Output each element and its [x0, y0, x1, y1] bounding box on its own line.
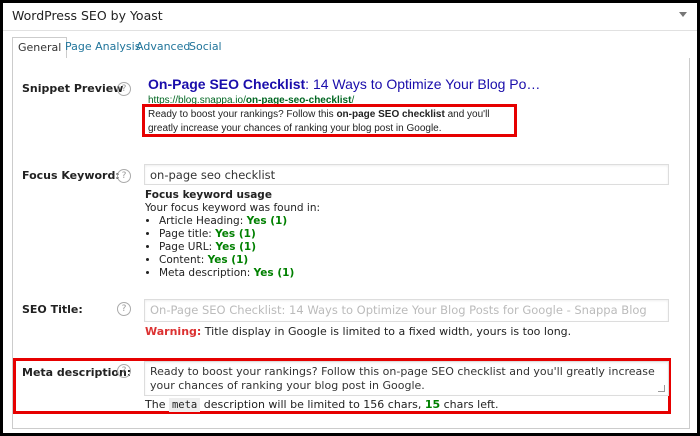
usage-value: Yes (1) — [246, 215, 288, 227]
collapse-toggle-icon[interactable] — [679, 12, 687, 17]
usage-label: Page URL: — [159, 241, 216, 253]
keyword-usage-intro: Your focus keyword was found in: — [145, 202, 321, 214]
snippet-title: On-Page SEO Checklist: 14 Ways to Optimi… — [148, 76, 540, 92]
usage-label: Content: — [159, 254, 208, 266]
meta-length-note: The meta description will be limited to … — [145, 398, 499, 412]
meta-description-value: Ready to boost your rankings? Follow thi… — [150, 365, 655, 392]
list-item: Meta description: Yes (1) — [159, 267, 320, 280]
chars-left-count: 15 — [424, 398, 441, 411]
snippet-title-keyword: On-Page SEO Checklist — [148, 76, 306, 92]
note-mid: description will be limited to 156 chars… — [200, 398, 425, 411]
list-item: Page URL: Yes (1) — [159, 241, 320, 254]
note-code: meta — [168, 398, 201, 412]
snippet-preview-label: Snippet Preview — [22, 82, 124, 95]
list-item: Article Heading: Yes (1) — [159, 215, 320, 228]
seo-title-warning: Warning: Title display in Google is limi… — [145, 325, 571, 338]
seo-title-label: SEO Title: — [22, 303, 83, 316]
tab-social[interactable]: Social — [184, 37, 227, 57]
usage-label: Meta description: — [159, 267, 254, 279]
keyword-usage-list: Article Heading: Yes (1) Page title: Yes… — [145, 215, 320, 280]
warning-label: Warning: — [145, 325, 202, 338]
usage-label: Page title: — [159, 228, 216, 240]
focus-keyword-usage: Focus keyword usage Your focus keyword w… — [145, 189, 320, 280]
tab-bar: General Page Analysis Advanced Social — [12, 37, 688, 59]
general-tab-panel: Snippet Preview ? On-Page SEO Checklist:… — [12, 58, 690, 429]
usage-value: Yes (1) — [215, 241, 257, 253]
meta-description-label: Meta description: — [22, 366, 132, 379]
snippet-title-rest: : 14 Ways to Optimize Your Blog Po… — [305, 76, 541, 92]
seo-title-input[interactable]: On-Page SEO Checklist: 14 Ways to Optimi… — [144, 299, 669, 322]
focus-keyword-help-icon[interactable]: ? — [117, 169, 131, 183]
usage-value: Yes (1) — [253, 267, 295, 279]
meta-description-textarea[interactable]: Ready to boost your rankings? Follow thi… — [144, 361, 669, 396]
seo-title-help-icon[interactable]: ? — [117, 302, 131, 316]
metabox-header[interactable]: WordPress SEO by Yoast — [3, 3, 697, 31]
yoast-seo-metabox: WordPress SEO by Yoast General Page Anal… — [3, 3, 697, 433]
usage-label: Article Heading: — [159, 215, 247, 227]
meta-help-icon[interactable]: ? — [117, 364, 131, 378]
focus-keyword-input[interactable]: on-page seo checklist — [144, 164, 669, 185]
keyword-usage-heading: Focus keyword usage — [145, 189, 272, 201]
snippet-help-icon[interactable]: ? — [117, 82, 131, 96]
focus-keyword-label: Focus Keyword: — [22, 169, 120, 182]
usage-value: Yes (1) — [215, 228, 256, 240]
list-item: Page title: Yes (1) — [159, 228, 320, 241]
list-item: Content: Yes (1) — [159, 254, 320, 267]
note-pre: The — [145, 398, 169, 411]
resize-handle-icon[interactable] — [658, 385, 665, 392]
note-post: chars left. — [440, 398, 499, 411]
metabox-title: WordPress SEO by Yoast — [12, 8, 163, 23]
snippet-highlight-box — [142, 104, 517, 137]
usage-value: Yes (1) — [207, 254, 249, 266]
warning-text: Title display in Google is limited to a … — [201, 325, 572, 338]
